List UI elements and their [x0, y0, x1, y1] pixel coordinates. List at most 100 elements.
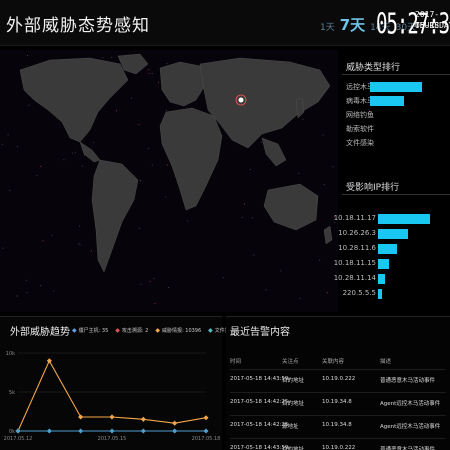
series-point[interactable]: [203, 428, 209, 434]
north-america-shape[interactable]: [19, 57, 129, 143]
series-point[interactable]: [78, 428, 84, 434]
ip-rank-row[interactable]: 10.18.11.15: [334, 259, 450, 269]
ip-rank-label: 10.26.26.3: [338, 229, 376, 237]
column-header: 描述: [380, 359, 392, 365]
ip-rank-bar: [378, 229, 409, 239]
trend-title: 外部威胁趋势: [10, 327, 70, 338]
ip-rank-row[interactable]: 10.28.11.14: [334, 274, 450, 284]
range-tab-1[interactable]: 7天: [340, 14, 365, 35]
threat-trend-panel: 外部威胁趋势 ◆僵尸主机: 35◆攻击溯源: 2◆威胁情报: 10396◆文件鉴…: [0, 316, 246, 450]
series-point[interactable]: [78, 414, 84, 420]
table-cell: 普通恶意木马活动事件: [380, 378, 436, 384]
ip-rank-label: 10.18.11.15: [333, 259, 376, 267]
table-cell: 2017-05-18 14:42:25: [230, 399, 289, 405]
column-header: 关联内容: [322, 359, 345, 365]
attack-origin-marker[interactable]: [238, 97, 244, 103]
y-tick-label: 10k: [6, 351, 15, 357]
table-cell: 2017-05-18 14:43:59: [230, 445, 289, 450]
series-point[interactable]: [46, 358, 52, 364]
threat-type-row[interactable]: 文件感染: [342, 138, 450, 148]
x-tick-label: 2017.05.15: [98, 436, 127, 442]
series-point[interactable]: [15, 428, 21, 434]
table-cell: 10.19.0.222: [322, 376, 356, 382]
ip-rank-row[interactable]: 10.26.26.3: [338, 229, 450, 239]
series-line: [17, 359, 207, 432]
table-row[interactable]: 2017-05-18 14:43:59 目的地址 10.19.0.222 普通恶意木马…: [230, 369, 446, 387]
europe-shape[interactable]: [159, 61, 207, 107]
threat-type-label: 文件感染: [346, 139, 374, 147]
table-cell: 10.19.0.222: [322, 445, 356, 450]
table-cell: Agent远控木马活动事件: [380, 424, 441, 430]
ip-rank-bar: [378, 244, 397, 254]
y-tick-label: 0k: [9, 429, 15, 435]
table-cell: 10.19.34.8: [322, 399, 352, 405]
central-america-shape[interactable]: [79, 141, 101, 163]
trend-chart: 10k 5k 0k2017.05.12 2017.05.15 2017.05.18: [4, 351, 221, 442]
table-cell: 2017-05-18 14:43:59: [230, 376, 289, 382]
south-america-shape[interactable]: [91, 159, 139, 273]
table-row[interactable]: 2017-05-18 14:42:25 源地址 10.19.34.8 Agent远控木…: [230, 415, 446, 433]
series-point[interactable]: [46, 428, 52, 434]
table-cell: 2017-05-18 14:42:25: [230, 422, 289, 428]
world-map-panel[interactable]: [0, 50, 338, 312]
legend-diamond-icon: ◆: [155, 327, 160, 334]
divider: [342, 74, 450, 75]
threat-type-bar: [370, 96, 405, 106]
ip-rank-bar: [378, 274, 386, 284]
divider: [342, 194, 450, 195]
ip-rank-label: 10.28.11.14: [333, 274, 376, 282]
legend-item[interactable]: ◆ 僵尸主机: 35: [72, 327, 108, 334]
legend-item[interactable]: ◆ 威胁情报: 10396: [155, 327, 201, 334]
threat-type-rank-title: 威胁类型排行: [346, 63, 401, 73]
table-cell: 源地址: [282, 424, 299, 430]
threat-type-row[interactable]: 病毒木马: [342, 96, 450, 106]
series-point[interactable]: [109, 428, 115, 434]
legend-item[interactable]: ◆ 攻击溯源: 2: [115, 327, 148, 334]
series-point[interactable]: [140, 416, 146, 422]
ip-rank-bar: [378, 289, 383, 299]
threat-type-row[interactable]: 勒索软件: [342, 124, 450, 134]
threat-type-row[interactable]: 远控木马: [342, 82, 450, 92]
africa-shape[interactable]: [159, 107, 223, 211]
table-row[interactable]: 2017-05-18 14:42:25 目的地址 10.19.34.8 Agent远控…: [230, 392, 446, 410]
table-row[interactable]: 2017-05-18 14:43:59 目的地址 10.19.0.222 普通恶意木马…: [230, 438, 446, 450]
ip-rank-row[interactable]: 10.28.11.6: [338, 244, 450, 254]
y-tick-label: 5k: [9, 390, 15, 396]
legend-diamond-icon: ◆: [115, 327, 120, 334]
legend-label: 攻击溯源: 2: [121, 328, 149, 334]
world-map[interactable]: [0, 50, 338, 312]
ip-rank-row[interactable]: 10.18.11.17: [334, 214, 450, 224]
trend-legend: ◆僵尸主机: 35◆攻击溯源: 2◆威胁情报: 10396◆文件鉴定数: 1: [72, 327, 246, 334]
threat-type-bar: [370, 82, 422, 92]
threat-type-label: 网络钓鱼: [346, 111, 374, 119]
threat-type-label: 勒索软件: [346, 125, 374, 133]
legend-label: 威胁情报: 10396: [161, 328, 202, 334]
alerts-title: 最近告警内容: [230, 327, 290, 338]
rank-sidebar: 威胁类型排行 远控木马病毒木马网络钓鱼勒索软件文件感染 受影响IP排行 10.1…: [334, 50, 450, 312]
clock-weekday: THURSDAY: [415, 21, 450, 30]
series-point[interactable]: [172, 428, 178, 434]
ip-rank-row[interactable]: 220.5.5.5: [342, 289, 450, 299]
range-tab-0[interactable]: 1天: [320, 20, 335, 33]
table-cell: 目的地址: [282, 378, 305, 384]
southeast-asia-shape[interactable]: [261, 137, 287, 167]
series-point[interactable]: [172, 420, 178, 426]
header-bar: 外部威胁态势感知 1天7天14天30天 05:27:37 2017-05-18 …: [0, 0, 450, 46]
threat-type-row[interactable]: 网络钓鱼: [342, 110, 450, 120]
table-cell: Agent远控木马活动事件: [380, 401, 441, 407]
column-header: 关注点: [282, 359, 299, 365]
alerts-header-row: 时间 关注点 关联内容 描述: [230, 351, 446, 369]
legend-diamond-icon: ◆: [72, 327, 77, 334]
new-zealand-shape[interactable]: [323, 225, 333, 245]
series-point[interactable]: [203, 415, 209, 421]
ip-rank-bar: [378, 259, 390, 269]
ip-rank-label: 10.28.11.6: [338, 244, 376, 252]
legend-label: 僵尸主机: 35: [78, 328, 109, 334]
series-point[interactable]: [140, 428, 146, 434]
ip-rank-label: 220.5.5.5: [342, 289, 376, 297]
australia-shape[interactable]: [263, 183, 319, 231]
x-tick-label: 2017.05.18: [192, 436, 221, 442]
series-point[interactable]: [109, 414, 115, 420]
recent-alerts-panel: 最近告警内容 时间 关注点 关联内容 描述 2017-05-18 14:43:59 目的地…: [226, 316, 450, 450]
ip-rank-title: 受影响IP排行: [346, 183, 400, 193]
